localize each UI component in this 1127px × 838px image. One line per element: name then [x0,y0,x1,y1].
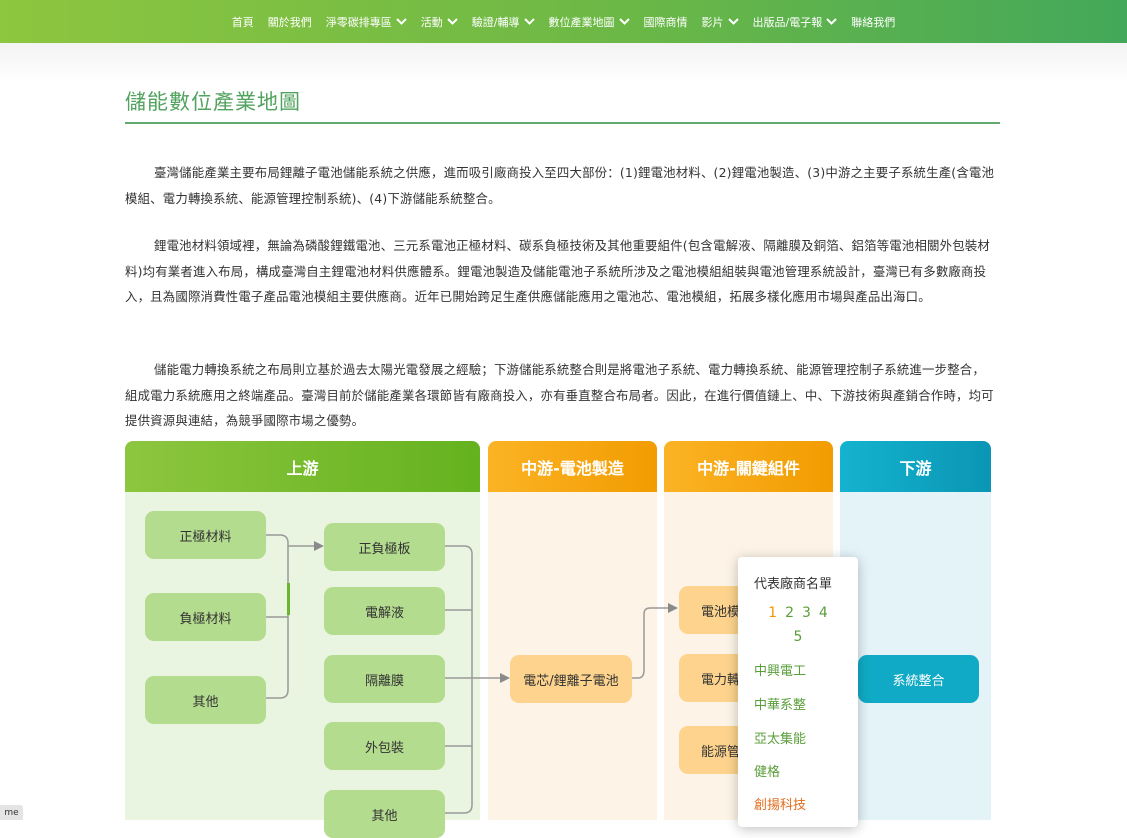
node-cathode-material[interactable]: 正極材料 [145,511,266,559]
page-2-link[interactable]: 2 [785,605,794,621]
page-3-link[interactable]: 3 [802,605,811,621]
page-1-link[interactable]: 1 [768,605,777,621]
page-5-link[interactable]: 5 [794,629,803,645]
node-electrode-plate[interactable]: 正負極板 [324,523,445,571]
node-separator[interactable]: 隔離膜 [324,655,445,703]
vendor-link[interactable]: 健格 [754,761,780,780]
node-anode-material[interactable]: 負極材料 [145,593,266,641]
pagination: 1234 5 [738,601,858,649]
node-system-integration[interactable]: 系統整合 [858,655,979,703]
vendor-list-popup: 代表廠商名單 1234 5 中興電工 中華系整 亞太集能 健格 創揚科技 [738,557,858,827]
node-other-material[interactable]: 其他 [145,676,266,724]
page-4-link[interactable]: 4 [819,605,828,621]
popup-title: 代表廠商名單 [754,577,833,592]
vendor-link[interactable]: 中華系整 [754,694,806,713]
vendor-link[interactable]: 亞太集能 [754,728,806,747]
node-other-component[interactable]: 其他 [324,790,445,838]
vendor-link[interactable]: 創揚科技 [754,794,806,813]
corner-badge[interactable]: me [0,805,23,820]
vendor-link[interactable]: 中興電工 [754,660,806,679]
node-battery-cell[interactable]: 電芯/鋰離子電池 [510,655,632,703]
node-electrolyte[interactable]: 電解液 [324,587,445,635]
node-outer-packaging[interactable]: 外包裝 [324,722,445,770]
